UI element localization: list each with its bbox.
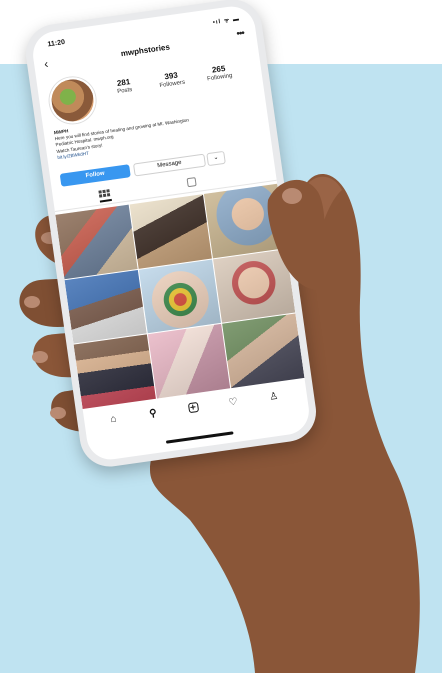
photo-tile[interactable] [64,269,147,344]
photo-tile[interactable] [213,248,296,324]
photo-tile[interactable] [222,313,305,389]
new-post-icon[interactable] [186,401,202,417]
photo-tile[interactable] [138,259,222,334]
home-indicator[interactable] [165,431,234,444]
profile-avatar[interactable] [46,74,99,127]
status-time: 11:20 [47,38,66,49]
profile-icon[interactable]: ♙ [266,389,282,405]
home-icon[interactable]: ⌂ [106,412,122,428]
stat-followers[interactable]: 393 Followers [151,69,193,90]
suggested-dropdown-button[interactable]: ⌄ [206,150,226,167]
activity-heart-icon[interactable]: ♡ [225,395,241,411]
tagged-icon [186,177,197,188]
photo-tile[interactable] [55,204,138,279]
photo-tile[interactable] [129,194,212,269]
grid-view-tab[interactable] [98,189,112,203]
stat-posts[interactable]: 281 Posts [103,75,145,96]
message-button[interactable]: Message [132,153,207,177]
photo-tile[interactable] [73,334,156,409]
follow-button[interactable]: Follow [59,164,131,187]
photo-tile[interactable] [147,324,231,399]
photo-grid [55,183,305,410]
more-options-icon[interactable]: ••• [236,28,245,40]
stat-following[interactable]: 265 Following [198,62,240,83]
photo-tile[interactable] [203,183,287,259]
tagged-photos-tab[interactable] [186,177,199,189]
status-icons: •ıl ᯤ ▬ [212,16,241,27]
search-icon[interactable]: ⚲ [145,406,161,422]
